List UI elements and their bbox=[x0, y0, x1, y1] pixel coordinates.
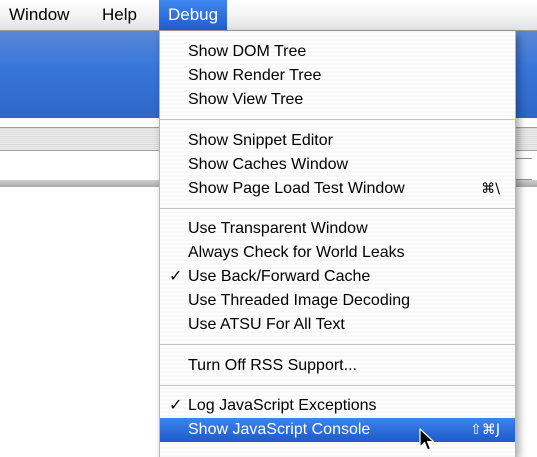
menu-bar: Window Help Debug bbox=[0, 0, 537, 31]
menu-item-show-page-load-test-window[interactable]: Show Page Load Test Window ⌘\ bbox=[160, 177, 515, 201]
menu-item-show-render-tree[interactable]: Show Render Tree bbox=[160, 64, 515, 88]
menu-item-label: Use Back/Forward Cache bbox=[188, 268, 371, 285]
menu-separator bbox=[160, 119, 515, 120]
menu-window[interactable]: Window bbox=[0, 0, 78, 30]
menu-item-label: Use ATSU For All Text bbox=[188, 316, 345, 333]
menu-item-label: Show Page Load Test Window bbox=[188, 180, 405, 197]
menu-help[interactable]: Help bbox=[93, 0, 146, 30]
menu-item-label: Always Check for World Leaks bbox=[188, 244, 405, 261]
menu-separator bbox=[160, 344, 515, 345]
menu-item-label: Use Threaded Image Decoding bbox=[188, 292, 411, 309]
menu-item-label: Show View Tree bbox=[188, 91, 304, 108]
keyboard-shortcut: ⇧⌘J bbox=[470, 422, 500, 438]
menu-separator bbox=[160, 208, 515, 209]
menu-item-use-threaded-image-decoding[interactable]: Use Threaded Image Decoding bbox=[160, 289, 515, 313]
checkmark-icon: ✓ bbox=[169, 397, 183, 414]
menu-item-show-javascript-console[interactable]: Show JavaScript Console ⇧⌘J bbox=[160, 418, 515, 442]
debug-menu-dropdown: Show DOM Tree Show Render Tree Show View… bbox=[159, 31, 516, 457]
mouse-pointer-icon bbox=[419, 428, 435, 451]
menu-item-label: Show Snippet Editor bbox=[188, 132, 333, 149]
menu-item-label: Show Render Tree bbox=[188, 67, 322, 84]
menu-debug[interactable]: Debug bbox=[159, 0, 228, 30]
menu-item-label: Log JavaScript Exceptions bbox=[188, 397, 377, 414]
keyboard-shortcut: ⌘\ bbox=[481, 181, 500, 197]
menu-item-show-caches-window[interactable]: Show Caches Window bbox=[160, 153, 515, 177]
menu-separator bbox=[160, 385, 515, 386]
address-field[interactable] bbox=[515, 158, 532, 180]
menu-item-label: Use Transparent Window bbox=[188, 220, 368, 237]
checkmark-icon: ✓ bbox=[169, 268, 183, 285]
menu-item-use-atsu-for-all-text[interactable]: Use ATSU For All Text bbox=[160, 313, 515, 337]
menu-item-label: Show Caches Window bbox=[188, 156, 349, 173]
menu-item-show-view-tree[interactable]: Show View Tree bbox=[160, 88, 515, 112]
menu-item-always-check-world-leaks[interactable]: Always Check for World Leaks bbox=[160, 241, 515, 265]
menu-item-show-snippet-editor[interactable]: Show Snippet Editor bbox=[160, 129, 515, 153]
menu-item-label: Turn Off RSS Support... bbox=[188, 357, 357, 374]
menu-item-turn-off-rss-support[interactable]: Turn Off RSS Support... bbox=[160, 354, 515, 378]
menu-item-label: Show DOM Tree bbox=[188, 43, 307, 60]
menu-item-show-dom-tree[interactable]: Show DOM Tree bbox=[160, 40, 515, 64]
menu-item-use-transparent-window[interactable]: Use Transparent Window bbox=[160, 217, 515, 241]
menu-item-label: Show JavaScript Console bbox=[188, 421, 371, 438]
menu-item-log-javascript-exceptions[interactable]: ✓ Log JavaScript Exceptions bbox=[160, 394, 515, 418]
menu-item-use-back-forward-cache[interactable]: ✓ Use Back/Forward Cache bbox=[160, 265, 515, 289]
